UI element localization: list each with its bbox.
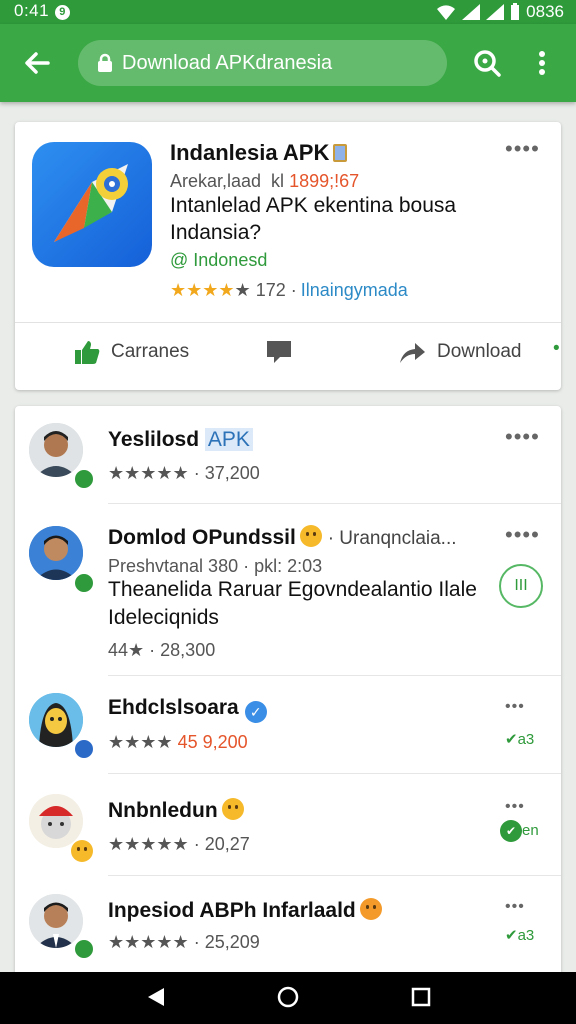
star-rating-icon: ★★★★★ bbox=[108, 932, 189, 952]
app-developer[interactable]: @ Indonesd bbox=[170, 250, 267, 271]
avatar bbox=[29, 526, 83, 580]
url-bar[interactable]: Download APKdranesia bbox=[78, 40, 447, 86]
star-rating-icon: ★★★★★ bbox=[108, 834, 189, 854]
item-title: Inpesiod ABPh Infarlaald bbox=[108, 898, 382, 923]
comment-button[interactable] bbox=[265, 338, 303, 366]
signal-icon-2 bbox=[486, 4, 505, 20]
star-rating-icon: ★★★★★ bbox=[170, 280, 251, 300]
search-icon[interactable] bbox=[470, 46, 504, 80]
comment-icon bbox=[267, 341, 291, 363]
list-item[interactable]: Inpesiod ABPh Infarlaald ★★★★★ · 25,209 … bbox=[15, 876, 561, 976]
avatar bbox=[29, 794, 83, 848]
back-arrow-icon[interactable] bbox=[20, 46, 54, 80]
rating-link[interactable]: Ilnaingymada bbox=[301, 280, 408, 300]
nav-back-icon[interactable] bbox=[146, 986, 166, 1008]
wifi-icon bbox=[437, 5, 456, 21]
more-actions-icon[interactable]: • bbox=[553, 338, 560, 360]
star-rating-icon: ★★★★★ bbox=[108, 463, 189, 483]
item-rating: ★★★★ 45 9,200 bbox=[108, 732, 248, 752]
lock-icon bbox=[98, 53, 112, 72]
url-text: Download APKdranesia bbox=[122, 51, 333, 74]
android-badge-icon bbox=[73, 468, 95, 490]
app-subtitle: Arekar,laad kl 1899;!67 bbox=[170, 171, 360, 191]
android-badge-icon bbox=[73, 938, 95, 960]
emoji-icon bbox=[221, 798, 244, 820]
item-rating: ★★★★★ · 25,209 bbox=[108, 932, 260, 952]
list-item[interactable]: Yeslilosd APK ★★★★★ · 37,200 •••• bbox=[15, 406, 561, 504]
app-description: Intanlelad APK ekentina bousa Indansia? bbox=[170, 194, 457, 244]
status-time: 0:41 9 bbox=[14, 1, 71, 21]
toolbar: Download APKdranesia bbox=[0, 24, 576, 102]
install-button[interactable]: III bbox=[499, 564, 543, 608]
item-rating: ★★★★★ · 37,200 bbox=[108, 463, 260, 483]
avatar bbox=[29, 423, 83, 477]
item-menu-icon[interactable]: ••• bbox=[505, 899, 525, 915]
nav-home-icon[interactable] bbox=[277, 986, 299, 1008]
emoji-icon bbox=[299, 525, 322, 547]
battery-text: 0836 bbox=[526, 2, 564, 21]
verified-icon: ✓ bbox=[244, 701, 267, 723]
item-rating: ★★★★★ · 20,27 bbox=[108, 834, 250, 854]
item-menu-icon[interactable]: ••• bbox=[505, 699, 525, 715]
item-title: Nnbnledun bbox=[108, 798, 244, 823]
avatar bbox=[29, 693, 83, 747]
app-rating: ★★★★★ 172 · Ilnaingymada bbox=[170, 280, 408, 300]
item-meta: Preshvtanal 380 · pkl: 2:03 bbox=[108, 556, 323, 576]
list-item[interactable]: Nnbnledun ★★★★★ · 20,27 ••• ✔ en bbox=[15, 774, 561, 876]
app-list: Yeslilosd APK ★★★★★ · 37,200 •••• Domlod… bbox=[15, 406, 561, 976]
more-vert-icon[interactable] bbox=[528, 46, 556, 80]
nav-recents-icon[interactable] bbox=[411, 986, 431, 1008]
app-icon[interactable] bbox=[32, 142, 152, 267]
share-arrow-icon bbox=[400, 343, 425, 363]
app-logo-icon bbox=[54, 164, 128, 242]
featured-app-card[interactable]: Indanlesia APK Arekar,laad kl 1899;!67 I… bbox=[15, 122, 561, 390]
battery-icon bbox=[511, 3, 520, 20]
system-nav-bar bbox=[0, 972, 576, 1024]
like-button[interactable]: Carranes bbox=[73, 338, 189, 366]
download-button[interactable]: Download bbox=[397, 338, 522, 366]
item-menu-icon[interactable]: ••• bbox=[505, 799, 525, 815]
list-item[interactable]: Domlod OPundssil · Uranqnclaia... Preshv… bbox=[15, 504, 561, 676]
thumbs-up-icon bbox=[75, 341, 100, 364]
item-title: Domlod OPundssil · Uranqnclaia... bbox=[108, 525, 457, 549]
install-check-icon[interactable]: ✔a3 bbox=[505, 926, 534, 944]
install-check-icon[interactable]: ✔a3 bbox=[505, 730, 534, 748]
android-badge-icon bbox=[73, 572, 95, 594]
app-title: Indanlesia APK bbox=[170, 140, 348, 166]
star-rating-icon: ★★★★ bbox=[108, 732, 173, 752]
install-button[interactable]: ✔ en bbox=[500, 820, 539, 842]
item-description: Theanelida Raruar Egovndealantio Ilale I… bbox=[108, 578, 477, 629]
emoji-badge-icon bbox=[71, 840, 93, 862]
status-bar: 0:41 9 0836 bbox=[0, 0, 576, 24]
notification-icon: 9 bbox=[55, 5, 71, 20]
card-menu-icon[interactable]: •••• bbox=[505, 138, 540, 160]
item-rating: 44★ · 28,300 bbox=[108, 640, 216, 660]
item-title: Yeslilosd APK bbox=[108, 428, 253, 452]
item-title: Ehdclslsoara ✓ bbox=[108, 696, 267, 723]
item-menu-icon[interactable]: •••• bbox=[505, 524, 540, 546]
list-item[interactable]: Ehdclslsoara ✓ ★★★★ 45 9,200 ••• ✔a3 bbox=[15, 676, 561, 774]
signal-icon bbox=[462, 4, 481, 20]
app-title-badge-icon bbox=[333, 144, 348, 162]
shield-badge-icon bbox=[73, 738, 95, 760]
emoji-icon bbox=[359, 898, 382, 920]
item-menu-icon[interactable]: •••• bbox=[505, 426, 540, 448]
avatar bbox=[29, 894, 83, 948]
